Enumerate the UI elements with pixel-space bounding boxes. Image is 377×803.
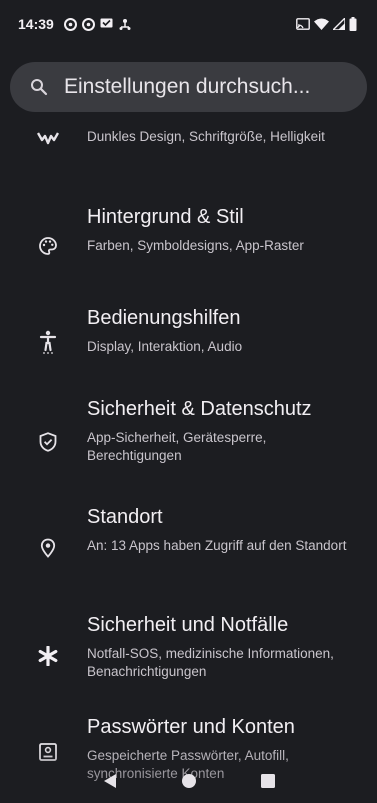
home-icon bbox=[182, 773, 197, 788]
palette-icon bbox=[36, 234, 60, 258]
search-icon bbox=[31, 79, 48, 96]
notification-icons bbox=[63, 17, 132, 31]
battery-icon bbox=[349, 17, 357, 31]
recents-button[interactable] bbox=[261, 773, 276, 793]
recents-icon bbox=[261, 773, 276, 788]
display-icon bbox=[36, 126, 60, 150]
settings-item-title: Sicherheit & Datenschutz bbox=[87, 398, 312, 420]
settings-item-title: Bedienungshilfen bbox=[87, 307, 241, 329]
asterisk-icon bbox=[36, 644, 60, 668]
settings-item-subtitle: Dunkles Design, Schriftgröße, Helligkeit bbox=[87, 129, 325, 144]
status-bar-right bbox=[296, 17, 357, 31]
search-placeholder: Einstellungen durchsuch... bbox=[64, 75, 311, 98]
settings-item-subtitle: Notfall-SOS, medizinische Informationen,… bbox=[87, 646, 334, 679]
settings-item-subtitle: App-Sicherheit, Gerätesperre, Berechtigu… bbox=[87, 430, 267, 463]
connection-icon bbox=[119, 18, 131, 30]
settings-item-title: Sicherheit und Notfälle bbox=[87, 614, 289, 636]
settings-item-subtitle: An: 13 Apps haben Zugriff auf den Stando… bbox=[87, 538, 347, 553]
back-icon bbox=[103, 773, 116, 788]
settings-item-title: Standort bbox=[87, 506, 163, 528]
notification-app-icon bbox=[81, 17, 95, 31]
settings-item-display[interactable]: Dunkles Design, Schriftgröße, Helligkeit bbox=[0, 112, 377, 184]
settings-item-location[interactable]: Standort An: 13 Apps haben Zugriff auf d… bbox=[0, 506, 377, 596]
settings-item-title: Passwörter und Konten bbox=[87, 716, 295, 738]
settings-item-title: Hintergrund & Stil bbox=[87, 206, 244, 228]
status-bar-left: 14:39 bbox=[18, 16, 132, 32]
location-icon bbox=[36, 536, 60, 560]
settings-item-safety-emergency[interactable]: Sicherheit und Notfälle Notfall-SOS, med… bbox=[0, 614, 377, 706]
account-box-icon bbox=[36, 740, 60, 764]
settings-list: Dunkles Design, Schriftgröße, Helligkeit… bbox=[0, 112, 377, 803]
accessibility-icon bbox=[36, 330, 60, 354]
settings-item-wallpaper-style[interactable]: Hintergrund & Stil Farben, Symboldesigns… bbox=[0, 200, 377, 280]
shield-icon bbox=[36, 430, 60, 454]
wifi-icon bbox=[314, 18, 329, 30]
back-button[interactable] bbox=[102, 773, 118, 794]
settings-search-bar[interactable]: Einstellungen durchsuch... bbox=[10, 62, 367, 112]
status-time: 14:39 bbox=[18, 16, 54, 32]
home-button[interactable] bbox=[181, 773, 197, 794]
settings-item-subtitle: Display, Interaktion, Audio bbox=[87, 339, 243, 354]
signal-icon bbox=[333, 18, 345, 30]
navigation-bar bbox=[0, 763, 377, 803]
notification-app-icon bbox=[63, 17, 77, 31]
settings-item-subtitle: Farben, Symboldesigns, App-Raster bbox=[87, 238, 304, 253]
settings-item-security-privacy[interactable]: Sicherheit & Datenschutz App-Sicherheit,… bbox=[0, 398, 377, 488]
mail-check-icon bbox=[100, 18, 113, 28]
settings-item-accessibility[interactable]: Bedienungshilfen Display, Interaktion, A… bbox=[0, 304, 377, 384]
cast-icon bbox=[296, 18, 310, 30]
status-bar: 14:39 bbox=[0, 0, 377, 48]
